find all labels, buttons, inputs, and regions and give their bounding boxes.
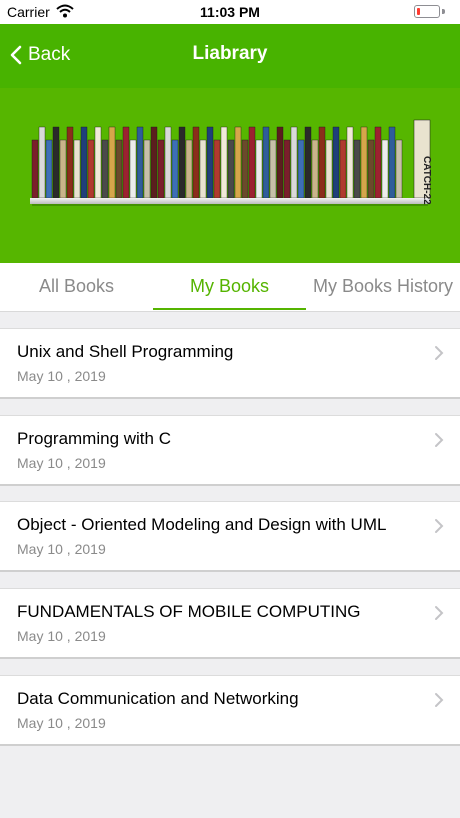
book-spine — [94, 126, 102, 199]
book-spine — [318, 126, 326, 199]
book-spine — [304, 126, 312, 199]
book-date: May 10 , 2019 — [17, 628, 106, 644]
book-spine — [171, 139, 179, 199]
book-title: Data Communication and Networking — [17, 689, 299, 708]
book-spine — [395, 139, 403, 199]
book-spine — [269, 139, 277, 199]
book-spine — [241, 139, 249, 199]
status-bar: Carrier 11:03 PM — [0, 0, 460, 24]
tab-all-books[interactable]: All Books — [0, 263, 153, 311]
chevron-right-icon — [435, 693, 444, 707]
book-spine — [367, 139, 375, 199]
book-spine — [283, 139, 291, 199]
book-list-item[interactable]: Object - Oriented Modeling and Design wi… — [0, 501, 460, 572]
book-spine — [276, 126, 284, 199]
active-tab-indicator — [153, 308, 306, 310]
book-spine — [220, 126, 228, 199]
tab-bar: All Books My Books My Books History — [0, 263, 460, 312]
book-title: FUNDAMENTALS OF MOBILE COMPUTING — [17, 602, 361, 621]
book-spine — [157, 139, 165, 199]
chevron-right-icon — [435, 519, 444, 533]
chevron-right-icon — [435, 346, 444, 360]
navigation-bar: Back Liabrary — [0, 24, 460, 88]
book-spine — [262, 126, 270, 199]
battery-icon — [414, 5, 440, 18]
book-spine — [108, 126, 116, 199]
book-spine — [87, 139, 95, 199]
book-spine — [353, 139, 361, 199]
book-spine — [66, 126, 74, 199]
book-spine — [227, 139, 235, 199]
book-spine — [290, 126, 298, 199]
bookshelf-illustration: CATCH-22 — [30, 119, 432, 206]
book-date: May 10 , 2019 — [17, 715, 106, 731]
book-date: May 10 , 2019 — [17, 455, 106, 471]
book-date: May 10 , 2019 — [17, 368, 106, 384]
book-spine — [206, 126, 214, 199]
book-spine — [45, 139, 53, 199]
book-spine — [388, 126, 396, 199]
book-spine — [164, 126, 172, 199]
book-spine — [297, 139, 305, 199]
book-title: Object - Oriented Modeling and Design wi… — [17, 515, 387, 534]
book-spine — [38, 126, 46, 199]
book-list-item[interactable]: FUNDAMENTALS OF MOBILE COMPUTING May 10 … — [0, 588, 460, 659]
book-spine — [339, 139, 347, 199]
status-time: 11:03 PM — [200, 4, 260, 20]
book-spine — [129, 139, 137, 199]
book-spine — [332, 126, 340, 199]
book-spine — [213, 139, 221, 199]
book-list-item[interactable]: Unix and Shell Programming May 10 , 2019 — [0, 328, 460, 399]
book-spine — [360, 126, 368, 199]
book-spine — [136, 126, 144, 199]
page-title: Liabrary — [192, 43, 268, 64]
book-spine — [192, 126, 200, 199]
book-spine-catch22: CATCH-22 — [421, 156, 432, 205]
book-spine — [325, 139, 333, 199]
battery-tip — [442, 9, 445, 14]
book-spine — [52, 126, 60, 199]
chevron-right-icon — [435, 606, 444, 620]
book-date: May 10 , 2019 — [17, 541, 106, 557]
book-spine — [346, 126, 354, 199]
book-spine — [374, 126, 382, 199]
book-spine — [80, 126, 88, 199]
book-spine — [73, 139, 81, 199]
book-spine — [185, 139, 193, 199]
tab-my-books[interactable]: My Books — [153, 263, 306, 311]
book-spine — [150, 126, 158, 199]
book-spine — [234, 126, 242, 199]
book-spine — [255, 139, 263, 199]
book-spine — [178, 126, 186, 199]
book-spine — [122, 126, 130, 199]
book-spine — [143, 139, 151, 199]
battery-level — [417, 8, 420, 15]
book-spine — [59, 139, 67, 199]
book-list-item[interactable]: Programming with C May 10 , 2019 — [0, 415, 460, 486]
book-spine — [31, 139, 39, 199]
book-title: Unix and Shell Programming — [17, 342, 234, 361]
book-title: Programming with C — [17, 429, 171, 448]
tab-my-books-history[interactable]: My Books History — [306, 263, 460, 311]
book-spine — [199, 139, 207, 199]
book-spine — [115, 139, 123, 199]
book-list-item[interactable]: Data Communication and Networking May 10… — [0, 675, 460, 746]
book-spine — [248, 126, 256, 199]
book-spine — [101, 139, 109, 199]
book-spine — [311, 139, 319, 199]
book-spine — [381, 139, 389, 199]
banner: CATCH-22 — [0, 88, 460, 263]
chevron-right-icon — [435, 433, 444, 447]
